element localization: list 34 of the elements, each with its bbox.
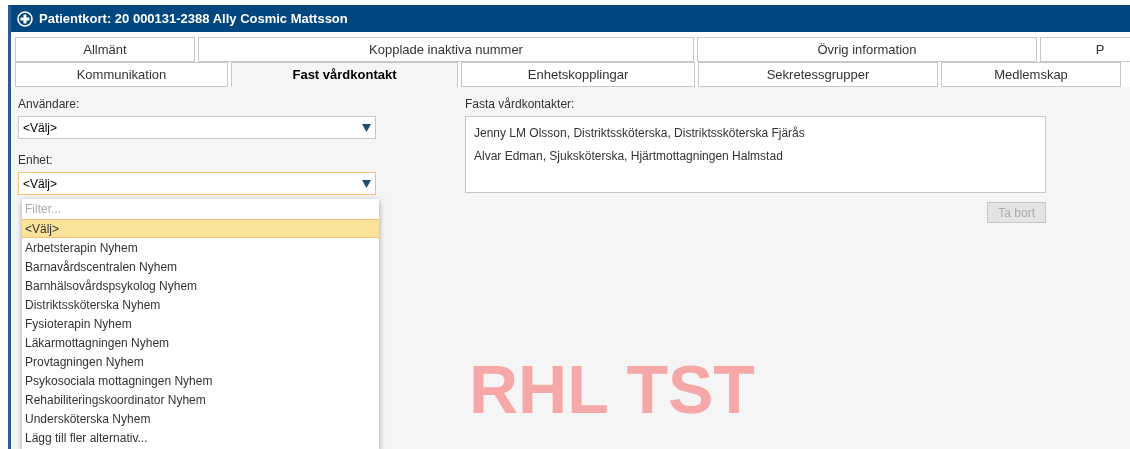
dropdown-option[interactable]: Provtagningen Nyhem	[22, 352, 379, 371]
cross-icon	[17, 10, 33, 27]
dropdown-option[interactable]: Barnhälsovårdspsykolog Nyhem	[22, 276, 379, 295]
contact-item[interactable]: Jenny LM Olsson, Distriktssköterska, Distriktssköterska Fjärås	[474, 124, 1037, 142]
tab[interactable]: P	[1040, 37, 1130, 62]
dropdown-field[interactable]: <Välj>	[18, 116, 376, 139]
dropdown-option[interactable]: Undersköterska Nyhem	[22, 409, 379, 428]
window-title: Patientkort: 20 000131-2388 Ally Cosmic Mattsson	[39, 9, 348, 28]
tab[interactable]: Fast vårdkontakt	[231, 62, 458, 87]
tab[interactable]: Medlemskap	[941, 62, 1121, 87]
dropdown-option[interactable]: Arbetsterapin Nyhem	[22, 238, 379, 257]
caret-icon	[362, 123, 371, 132]
dropdown-option[interactable]: Psykosociala mottagningen Nyhem	[22, 371, 379, 390]
dropdown-option[interactable]: Distriktssköterska Nyhem	[22, 295, 379, 314]
dropdown-option[interactable]: Rehabiliteringskoordinator Nyhem	[22, 390, 379, 409]
caret-icon	[362, 179, 371, 188]
environment-label: RHL TST	[469, 355, 756, 423]
tab[interactable]: Övrig information	[697, 37, 1037, 62]
tab[interactable]: Kommunikation	[15, 62, 228, 87]
dropdown-field[interactable]: <Välj>	[18, 172, 376, 195]
dropdown-option[interactable]: Fysioterapin Nyhem	[22, 314, 379, 333]
field-label: Fasta vårdkontakter:	[465, 96, 576, 113]
tab[interactable]: Sekretessgrupper	[698, 62, 938, 87]
field-label: Användare:	[18, 96, 81, 113]
dropdown-option[interactable]: Läkarmottagningen Nyhem	[22, 333, 379, 352]
dropdown-option[interactable]: <Välj>	[22, 219, 379, 238]
contact-item[interactable]: Alvar Edman, Sjuksköterska, Hjärtmottagningen Halmstad	[474, 147, 1037, 165]
tab[interactable]: Kopplade inaktiva nummer	[198, 37, 694, 62]
dropdown-option[interactable]: Barnavårdscentralen Nyhem	[22, 257, 379, 276]
field-label: Enhet:	[18, 152, 54, 169]
dropdown-option[interactable]: Lägg till fler alternativ...	[22, 428, 379, 447]
tab[interactable]: Allmänt	[15, 37, 195, 62]
filter-field[interactable]: Filter...	[22, 199, 379, 219]
tab[interactable]: Enhetskopplingar	[461, 62, 695, 87]
